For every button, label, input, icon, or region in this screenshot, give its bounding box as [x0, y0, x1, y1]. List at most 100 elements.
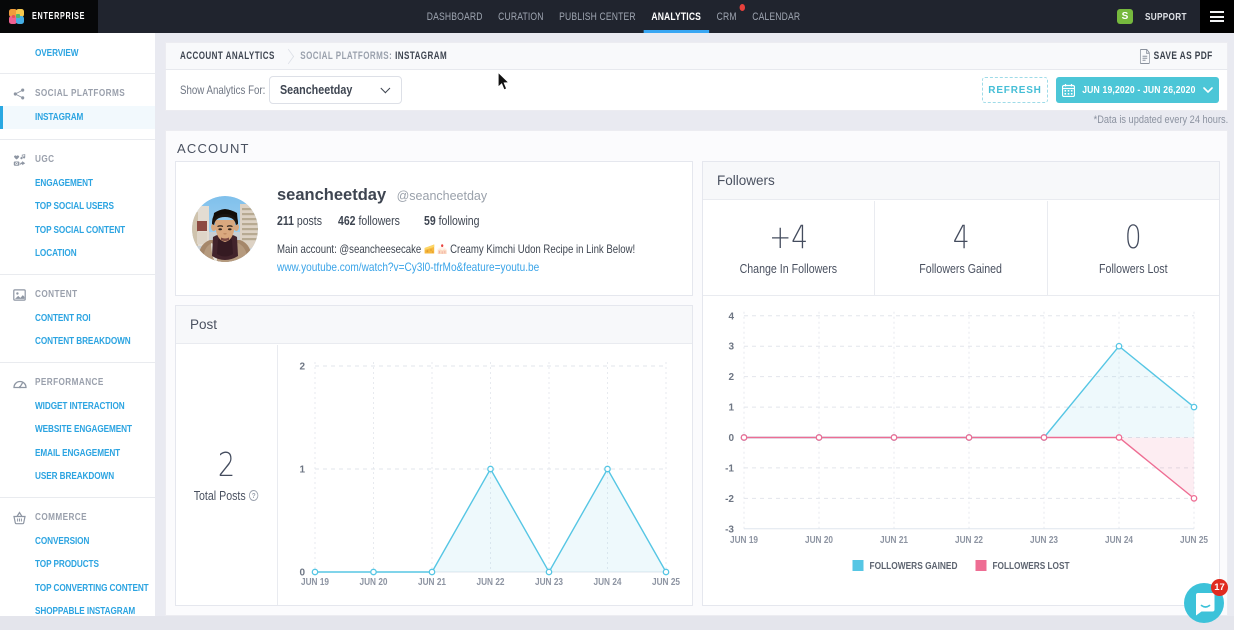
svg-text:JUN 24: JUN 24 [594, 577, 622, 588]
controls-row: Show Analytics For: Seancheetday REFRESH… [165, 70, 1228, 111]
svg-text:JUN 20: JUN 20 [360, 577, 388, 588]
sidebar-item-top-products[interactable]: TOP PRODUCTS [0, 553, 155, 577]
refresh-button[interactable]: REFRESH [982, 77, 1048, 103]
total-posts-value: 2 [218, 448, 235, 481]
svg-text:JUN 19: JUN 19 [730, 535, 758, 546]
posts-chart: 012JUN 19JUN 20JUN 21JUN 22JUN 23JUN 24J… [279, 345, 693, 610]
svg-text:JUN 23: JUN 23 [535, 577, 563, 588]
topbar-right: S SUPPORT [1117, 0, 1234, 33]
breadcrumb-account-analytics[interactable]: ACCOUNT ANALYTICS [180, 50, 275, 62]
sidebar-item-engagement[interactable]: ENGAGEMENT [0, 171, 155, 195]
sidebar-section-commerce: COMMERCECONVERSIONTOP PRODUCTSTOP CONVER… [0, 498, 155, 630]
sidebar-item-top-social-content[interactable]: TOP SOCIAL CONTENT [0, 218, 155, 242]
profile-stat-followers: 462 followers [338, 214, 410, 228]
help-icon[interactable]: ? [250, 490, 259, 501]
sidebar-item-content-breakdown[interactable]: CONTENT BREAKDOWN [0, 330, 155, 354]
stat-value: 0 [1125, 221, 1142, 253]
svg-text:JUN 22: JUN 22 [955, 535, 983, 546]
profile-bio: Main account: @seancheesecake Creamy Kim… [277, 242, 635, 256]
sidebar-item-top-social-users[interactable]: TOP SOCIAL USERS [0, 195, 155, 219]
followers-stats: +4Change In Followers4Followers Gained0F… [703, 201, 1219, 296]
tab-crm[interactable]: CRM [709, 0, 745, 33]
calendar-icon [1062, 84, 1075, 97]
svg-text:-1: -1 [725, 463, 734, 474]
sidebar-item-widget-interaction[interactable]: WIDGET INTERACTION [0, 394, 155, 418]
profile-name: seancheetday [277, 186, 386, 204]
analytics-content: ACCOUNT [165, 130, 1228, 616]
svg-text:FOLLOWERS LOST: FOLLOWERS LOST [993, 561, 1070, 572]
profile-link[interactable]: www.youtube.com/watch?v=Cy3l0-tfrMo&feat… [277, 260, 539, 274]
sidebar-item-content-roi[interactable]: CONTENT ROI [0, 306, 155, 330]
chat-notification-badge: 17 [1211, 579, 1228, 596]
sidebar-item-location[interactable]: LOCATION [0, 242, 155, 266]
svg-text:JUN 22: JUN 22 [477, 577, 505, 588]
toolbar-panel: ACCOUNT ANALYTICS SOCIAL PLATFORMS:INSTA… [165, 42, 1228, 111]
account-card: seancheetday @seancheetday 211 posts 462 … [175, 161, 693, 296]
svg-text:JUN 21: JUN 21 [418, 577, 446, 588]
svg-text:JUN 21: JUN 21 [880, 535, 908, 546]
account-section-title: ACCOUNT [177, 141, 250, 156]
sidebar-item-top-converting-content[interactable]: TOP CONVERTING CONTENT [0, 576, 155, 600]
date-range-label: JUN 19,2020 - JUN 26,2020 [1082, 85, 1195, 96]
stat-label: Change In Followers [740, 262, 837, 276]
brand-name: ENTERPRISE [32, 11, 85, 22]
hamburger-menu-button[interactable] [1200, 0, 1234, 33]
sidebar-item-user-breakdown[interactable]: USER BREAKDOWN [0, 465, 155, 489]
save-as-pdf-button[interactable]: SAVE AS PDF [1140, 49, 1213, 64]
chat-widget-button[interactable]: 17 [1184, 583, 1224, 623]
account-select[interactable]: Seancheetday [269, 76, 402, 104]
svg-text:FOLLOWERS GAINED: FOLLOWERS GAINED [870, 561, 958, 572]
stat-label: Followers Lost [1099, 262, 1168, 276]
sidebar-section-content: CONTENTCONTENT ROICONTENT BREAKDOWN [0, 275, 155, 362]
svg-text:JUN 25: JUN 25 [652, 577, 680, 588]
sidebar-section-title: CONTENT [0, 283, 155, 306]
brand[interactable]: ENTERPRISE [0, 0, 98, 33]
tab-publish-center[interactable]: PUBLISH CENTER [551, 0, 643, 33]
tab-dashboard[interactable]: DASHBOARD [419, 0, 490, 33]
profile-handle: @seancheetday [397, 189, 488, 203]
svg-text:-3: -3 [725, 524, 734, 535]
svg-text:1: 1 [299, 465, 305, 476]
post-card: Post 2 Total Posts ? 012JUN 19JUN 20JUN … [175, 305, 693, 606]
stat-value: +4 [769, 221, 808, 253]
total-posts-label: Total Posts ? [194, 489, 259, 503]
sidebar-item-conversion[interactable]: CONVERSION [0, 529, 155, 553]
svg-text:4: 4 [728, 311, 734, 322]
tab-curation[interactable]: CURATION [490, 0, 551, 33]
sidebar-item-website-engagement[interactable]: WEBSITE ENGAGEMENT [0, 418, 155, 442]
breadcrumb-social-platforms: SOCIAL PLATFORMS:INSTAGRAM [300, 50, 447, 62]
svg-text:3: 3 [728, 342, 734, 353]
support-link[interactable]: SUPPORT [1145, 11, 1177, 23]
top-nav: DASHBOARDCURATIONPUBLISH CENTERANALYTICS… [419, 0, 808, 33]
date-range-picker[interactable]: JUN 19,2020 - JUN 26,2020 [1056, 77, 1219, 103]
svg-text:JUN 19: JUN 19 [301, 577, 329, 588]
profile-avatar [192, 196, 258, 262]
svg-text:JUN 23: JUN 23 [1030, 535, 1058, 546]
svg-text:JUN 20: JUN 20 [805, 535, 833, 546]
chevron-down-icon [380, 83, 390, 93]
tab-analytics[interactable]: ANALYTICS [644, 0, 709, 33]
followers-chart: -3-2-101234JUN 19JUN 20JUN 21JUN 22JUN 2… [703, 297, 1219, 610]
svg-text:-2: -2 [725, 494, 734, 505]
show-analytics-label: Show Analytics For: [180, 83, 246, 97]
topbar: ENTERPRISE DASHBOARDCURATIONPUBLISH CENT… [0, 0, 1234, 33]
main-content: ACCOUNT ANALYTICS SOCIAL PLATFORMS:INSTA… [165, 33, 1228, 630]
profile-stat-posts: 211 posts [277, 214, 328, 228]
sidebar-item-overview[interactable]: OVERVIEW [35, 47, 78, 60]
breadcrumb-trail: ACCOUNT ANALYTICS SOCIAL PLATFORMS:INSTA… [180, 50, 447, 62]
chevron-down-icon [1203, 87, 1213, 93]
breadcrumb-chevron-icon [283, 48, 294, 64]
tab-calendar[interactable]: CALENDAR [744, 0, 808, 33]
sidebar-section-title: PERFORMANCE [0, 371, 155, 394]
sidebar-section-title: SOCIAL PLATFORMS [0, 82, 155, 105]
sidebar-item-email-engagement[interactable]: EMAIL ENGAGEMENT [0, 441, 155, 465]
sidebar-item-instagram[interactable]: INSTAGRAM [0, 106, 155, 129]
followers-card: Followers +4Change In Followers4Follower… [702, 161, 1220, 606]
data-update-note: *Data is updated every 24 hours. [1093, 114, 1228, 126]
sidebar-section-ugc: UGCENGAGEMENTTOP SOCIAL USERSTOP SOCIAL … [0, 140, 155, 274]
svg-text:2: 2 [299, 362, 305, 373]
svg-text:JUN 24: JUN 24 [1105, 535, 1133, 546]
svg-text:2: 2 [728, 372, 734, 383]
bottom-strip [0, 616, 1234, 630]
user-avatar-badge[interactable]: S [1117, 9, 1133, 24]
